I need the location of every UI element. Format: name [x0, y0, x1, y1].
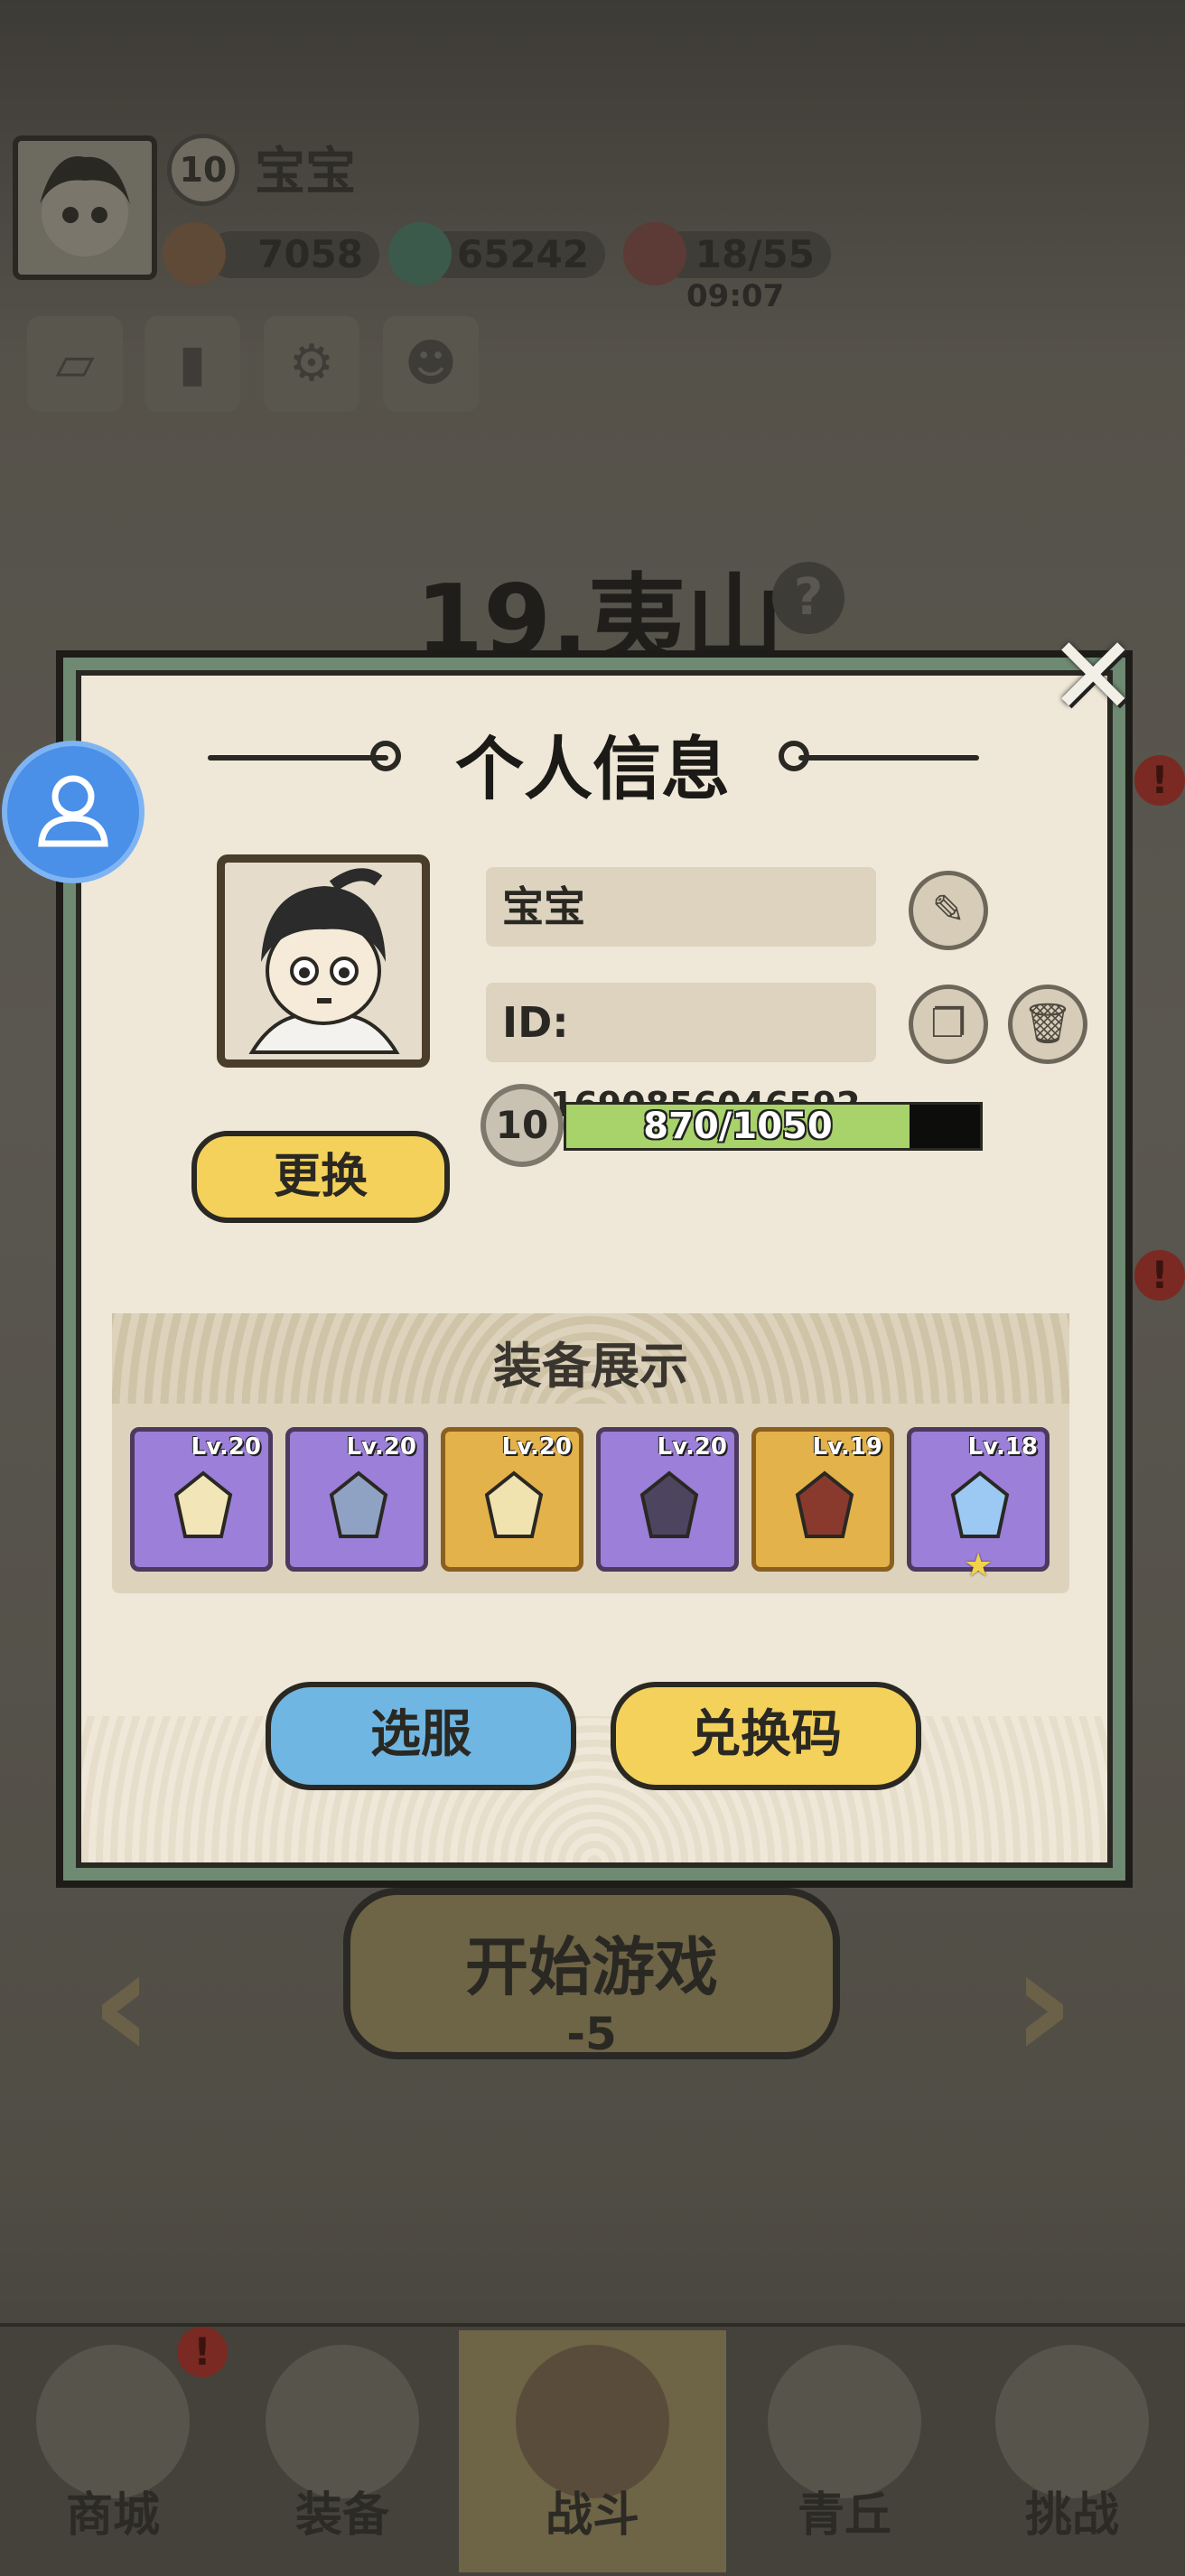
- pencil-icon: ✎: [931, 887, 966, 933]
- player-name-field: 宝宝: [486, 867, 876, 947]
- currency2-value: 65242: [425, 231, 605, 278]
- boots-icon: [795, 1470, 854, 1538]
- delete-account-button[interactable]: 🗑: [1008, 985, 1087, 1064]
- equipment-title: 装备展示: [493, 1338, 688, 1395]
- stamina-timer: 09:07: [686, 278, 785, 314]
- friends-button[interactable]: ☻: [383, 316, 479, 412]
- redeem-code-button[interactable]: 兑换码: [611, 1682, 921, 1790]
- nav-equipment-label: 装备: [294, 2488, 389, 2543]
- start-game-button[interactable]: 开始游戏 -5: [343, 1888, 840, 2060]
- notes-button[interactable]: ▱: [27, 316, 123, 412]
- dialog-wave-pattern: [81, 1716, 1107, 1862]
- notes-icon: ▱: [55, 334, 95, 393]
- crossed-swords-icon: [516, 2345, 669, 2498]
- equipment-slot[interactable]: Lv.19: [751, 1427, 894, 1572]
- ranking-button[interactable]: ▮: [145, 316, 240, 412]
- prev-stage-arrow-icon[interactable]: ‹: [90, 1915, 154, 2094]
- equipment-level: Lv.19: [812, 1433, 882, 1461]
- helmet-icon: [266, 2345, 419, 2498]
- shop-icon: [36, 2345, 190, 2498]
- nav-qingqiu-label: 青丘: [797, 2488, 891, 2543]
- whip-icon: [173, 1470, 233, 1538]
- nav-battle[interactable]: 战斗: [459, 2330, 726, 2572]
- nav-challenge[interactable]: 挑战: [959, 2330, 1185, 2572]
- equipment-level: Lv.20: [191, 1433, 261, 1461]
- player-id-field: ID: 551690856046592: [486, 983, 876, 1125]
- equipment-slot[interactable]: Lv.20: [130, 1427, 273, 1572]
- player-name: 宝宝: [255, 143, 356, 201]
- gloves-icon: [484, 1470, 544, 1538]
- xp-bar: 870/1050: [564, 1102, 983, 1151]
- portrait-character-icon: [248, 868, 400, 1054]
- dialog-title: 个人信息: [455, 729, 730, 809]
- equipment-slot[interactable]: Lv.20: [441, 1427, 583, 1572]
- nav-equipment[interactable]: 装备: [229, 2330, 455, 2572]
- equipment-slot[interactable]: Lv.20: [596, 1427, 739, 1572]
- stamina-peach-icon[interactable]: [623, 222, 686, 285]
- avatar-face-icon: [40, 156, 130, 257]
- belt-icon: [639, 1470, 699, 1538]
- shop-alert-icon: !: [177, 2327, 228, 2377]
- gear-icon: ⚙: [288, 334, 335, 393]
- star-icon: ★: [964, 1547, 994, 1584]
- title-knot-left-icon: [370, 741, 401, 771]
- xp-text: 870/1050: [643, 1106, 833, 1147]
- armor-icon: [329, 1470, 388, 1538]
- challenge-icon: [995, 2345, 1149, 2498]
- copy-id-button[interactable]: ❐: [909, 985, 988, 1064]
- settings-button[interactable]: ⚙: [264, 316, 359, 412]
- server-select-button[interactable]: 选服: [266, 1682, 576, 1790]
- notification-badge-icon: !: [1134, 1250, 1185, 1301]
- title-divider-left: [208, 755, 388, 761]
- next-stage-arrow-icon[interactable]: ›: [1012, 1915, 1075, 2094]
- nav-challenge-label: 挑战: [1024, 2488, 1119, 2543]
- player-level-badge: 10: [167, 134, 239, 206]
- profile-dialog: [76, 670, 1113, 1868]
- equipment-level: Lv.20: [657, 1433, 727, 1461]
- player-id-label: ID:: [502, 998, 569, 1047]
- start-game-label: 开始游戏: [465, 1930, 718, 2004]
- gem-icon: [950, 1470, 1010, 1538]
- currency1-icon[interactable]: [163, 222, 226, 285]
- change-avatar-button[interactable]: 更换: [191, 1131, 450, 1223]
- equipment-level: Lv.20: [501, 1433, 572, 1461]
- equipment-level: Lv.18: [967, 1433, 1038, 1461]
- close-icon[interactable]: ✕: [1048, 623, 1139, 732]
- equipment-slot[interactable]: Lv.20: [285, 1427, 428, 1572]
- profile-level-badge: 10: [481, 1084, 564, 1167]
- equipment-level: Lv.20: [346, 1433, 416, 1461]
- profile-portrait: [217, 854, 430, 1068]
- edit-name-button[interactable]: ✎: [909, 871, 988, 950]
- player-avatar[interactable]: [13, 135, 157, 280]
- friends-icon: ☻: [404, 334, 458, 393]
- user-icon: [38, 775, 108, 847]
- currency2-icon[interactable]: [388, 222, 452, 285]
- start-game-cost: -5: [566, 2008, 617, 2060]
- title-divider-right: [798, 755, 979, 761]
- bar-chart-icon: ▮: [178, 334, 207, 393]
- nav-qingqiu[interactable]: 青丘: [732, 2330, 957, 2572]
- floating-account-button[interactable]: [2, 741, 145, 883]
- currency1-value: 7058: [208, 231, 379, 278]
- help-icon[interactable]: ?: [772, 562, 844, 634]
- nav-shop-label: 商城: [65, 2488, 160, 2543]
- notification-badge-icon: !: [1134, 755, 1185, 806]
- nav-battle-label: 战斗: [545, 2488, 639, 2543]
- mountain-icon: [768, 2345, 921, 2498]
- equipment-slot[interactable]: Lv.18 ★: [907, 1427, 1050, 1584]
- trash-icon: 🗑: [1022, 1001, 1073, 1047]
- copy-icon: ❐: [930, 1001, 966, 1047]
